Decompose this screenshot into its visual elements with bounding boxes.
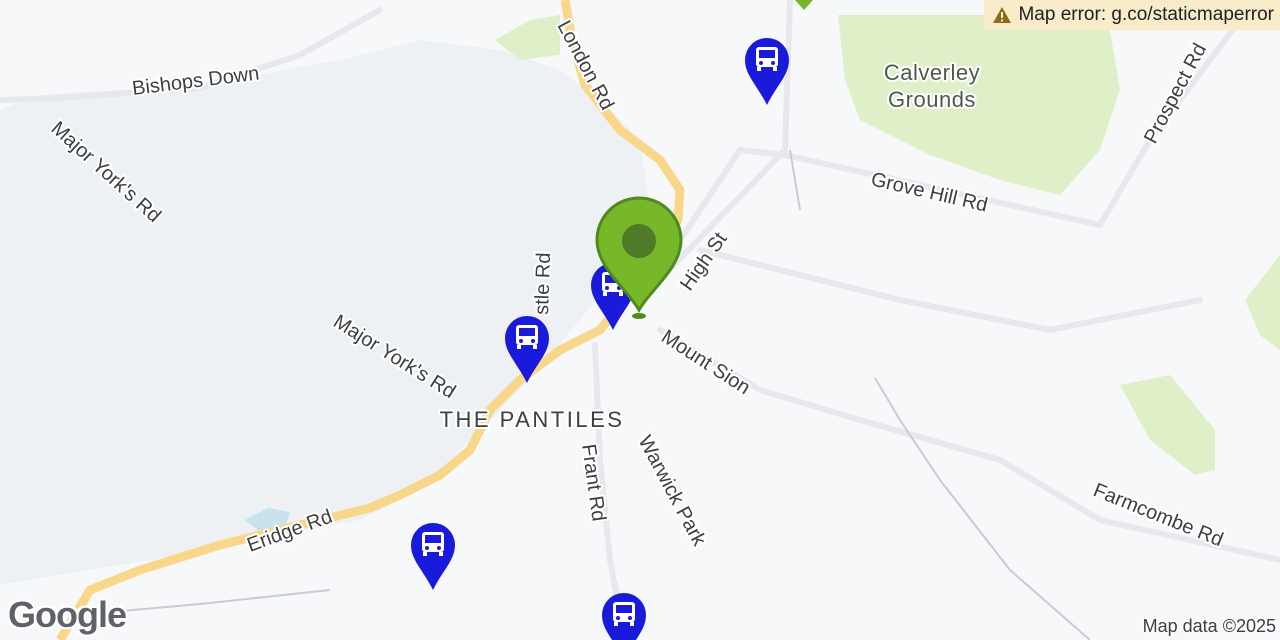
- park-label-line-2: Grounds: [888, 87, 976, 112]
- road-label-castle-rd: stle Rd: [531, 252, 555, 315]
- bus-stop-icon[interactable]: [602, 593, 646, 640]
- map-error-banner[interactable]: Map error: g.co/staticmaperror: [984, 0, 1280, 30]
- map-error-text[interactable]: Map error: g.co/staticmaperror: [1018, 4, 1274, 26]
- district-label: THE PANTILES: [440, 407, 625, 432]
- map-data-credits[interactable]: Map data ©2025: [1143, 616, 1276, 637]
- warning-icon: [993, 7, 1012, 23]
- map-canvas[interactable]: Bishops Down London Rd Major York's Rd s…: [0, 0, 1280, 640]
- park-label-line-1: Calverley: [884, 60, 980, 85]
- google-logo[interactable]: Google: [8, 594, 127, 636]
